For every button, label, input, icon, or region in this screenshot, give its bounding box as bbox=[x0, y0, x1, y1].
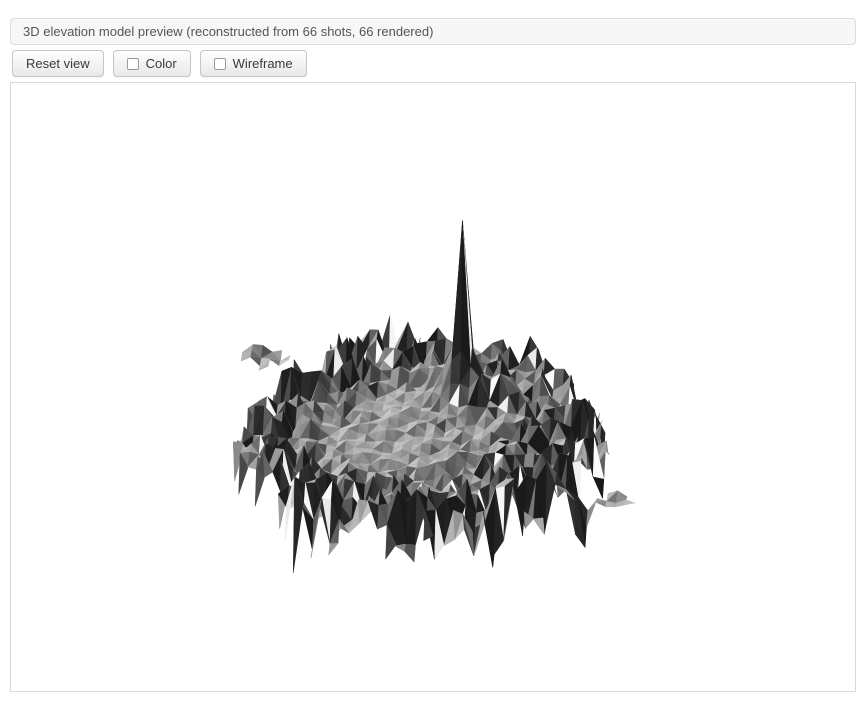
wireframe-label: Wireframe bbox=[233, 56, 293, 71]
toolbar: Reset view Color Wireframe bbox=[12, 50, 856, 77]
reset-view-button[interactable]: Reset view bbox=[12, 50, 104, 77]
title-bar: 3D elevation model preview (reconstructe… bbox=[10, 18, 856, 45]
color-label: Color bbox=[146, 56, 177, 71]
color-toggle-button[interactable]: Color bbox=[113, 50, 191, 77]
model-viewport[interactable] bbox=[10, 82, 856, 692]
reset-view-label: Reset view bbox=[26, 56, 90, 71]
wireframe-toggle-button[interactable]: Wireframe bbox=[200, 50, 307, 77]
app-window: 3D elevation model preview (reconstructe… bbox=[0, 0, 865, 702]
terrain-mesh-svg bbox=[11, 83, 855, 691]
page-title: 3D elevation model preview (reconstructe… bbox=[23, 24, 433, 39]
color-checkbox[interactable] bbox=[127, 58, 139, 70]
wireframe-checkbox[interactable] bbox=[214, 58, 226, 70]
